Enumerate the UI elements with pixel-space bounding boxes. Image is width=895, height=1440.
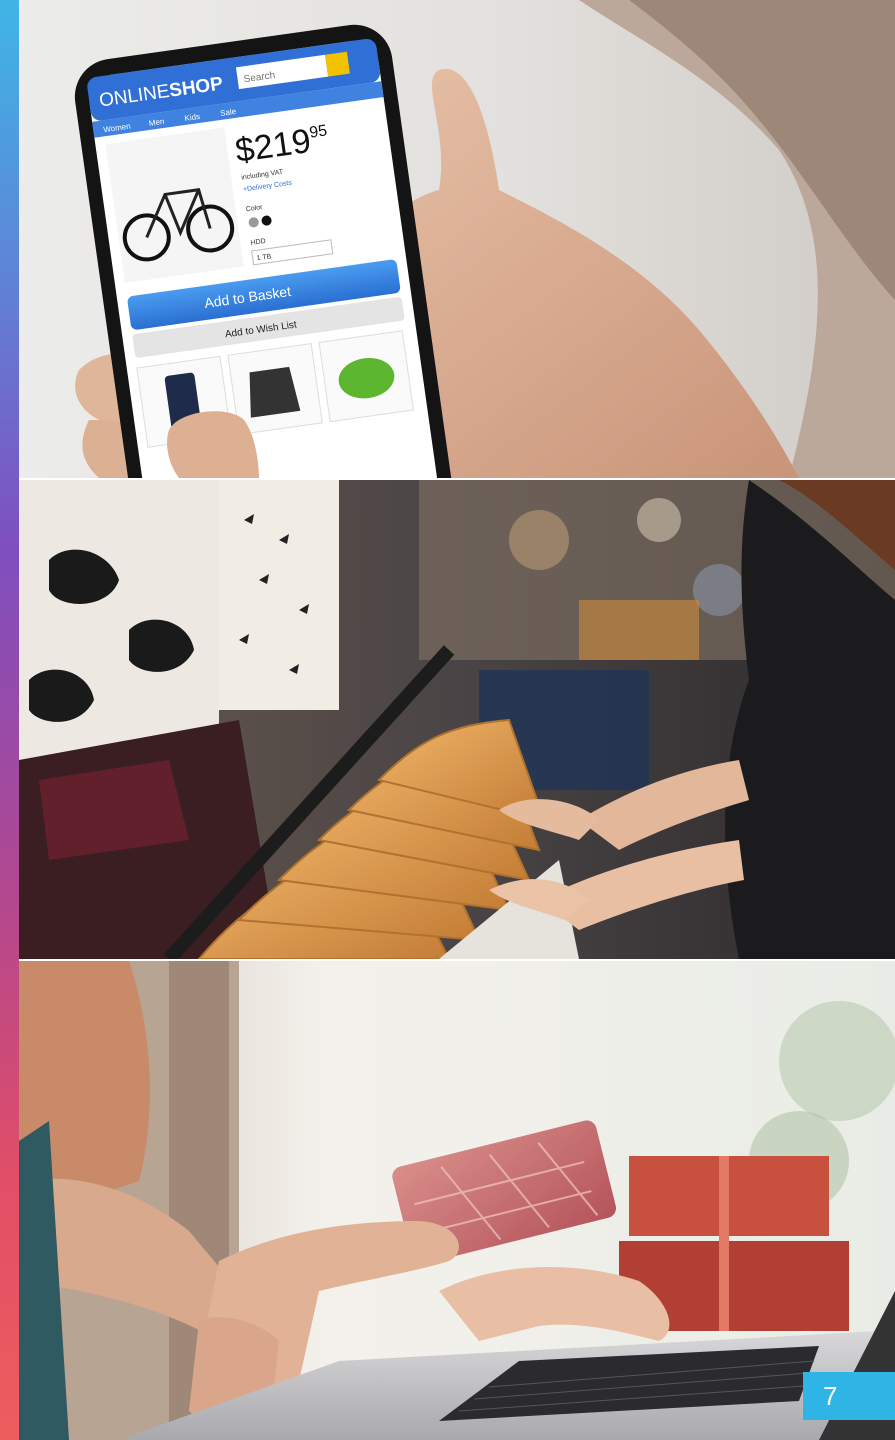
card-payment-photo	[19, 961, 895, 1440]
bicycle-image	[105, 127, 244, 283]
clothing-rack-photo	[19, 480, 895, 959]
page-number: 7	[803, 1372, 895, 1420]
shop-search-icon	[325, 51, 350, 77]
decorative-gradient-bar	[0, 0, 19, 1440]
mobile-shopping-photo: ONLINESHOP Search Women Men Kids Sale $2…	[19, 0, 895, 478]
